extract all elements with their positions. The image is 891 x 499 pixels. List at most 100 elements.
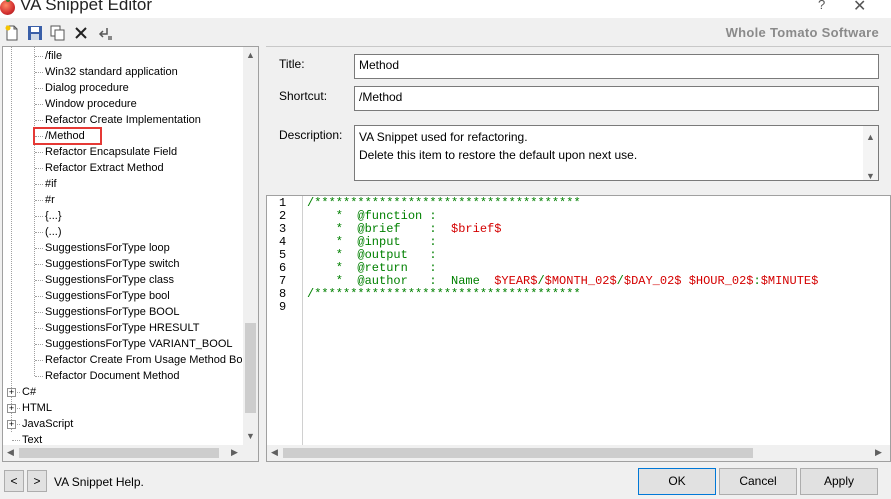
tree-connector [35,232,43,233]
scroll-up-icon[interactable]: ▲ [246,50,255,60]
tree-connector [35,312,43,313]
code-comment: : [753,274,761,288]
line-number-gutter: 123456789 [267,196,303,461]
tree-vertical-scrollbar[interactable]: ▲ ▼ [243,47,258,445]
tree-item[interactable]: {...} [45,208,62,224]
tree-item[interactable]: SuggestionsForType switch [45,256,180,272]
tree-item[interactable]: (...) [45,224,62,240]
new-document-icon [5,25,18,41]
bottom-bar: < > VA Snippet Help. OK Cancel Apply [0,466,891,499]
selection-outline [33,127,102,145]
apply-button[interactable]: Apply [800,468,878,495]
tree-item[interactable]: Refactor Document Method [45,368,180,384]
editor-horizontal-scrollbar[interactable]: ◀ ▶ [267,445,890,461]
window-title: VA Snippet Editor [20,0,152,14]
tree-connector [35,120,43,121]
code-comment: * @brief : [307,222,452,236]
title-bar: VA Snippet Editor ? ✕ [0,0,891,18]
description-scrollbar[interactable]: ▲ ▼ [863,126,878,181]
help-button[interactable]: ? [818,0,825,12]
scroll-right-icon[interactable]: ▶ [231,447,238,458]
tree-item[interactable]: HTML [22,400,52,416]
shortcut-label: Shortcut: [279,89,328,103]
insert-reserved-string-button[interactable] [96,24,114,42]
delete-button[interactable] [72,24,90,42]
tree-item[interactable]: Refactor Create From Usage Method Bod [45,352,249,368]
tree-connector [35,264,43,265]
help-link[interactable]: VA Snippet Help. [54,475,144,489]
scroll-up-icon[interactable]: ▲ [866,128,875,146]
scroll-left-icon[interactable]: ◀ [7,447,14,458]
tree-item[interactable]: SuggestionsForType class [45,272,174,288]
code-variable: $brief$ [451,222,502,236]
tree-scroll-thumb[interactable] [245,323,256,413]
duplicate-button[interactable] [49,24,67,42]
ok-button[interactable]: OK [638,468,716,495]
tree-connector [35,248,43,249]
tree-connector [35,152,43,153]
description-textarea[interactable]: VA Snippet used for refactoring. Delete … [354,125,879,181]
tree-connector [35,200,43,201]
tree-item[interactable]: C# [22,384,36,400]
tree-connector [35,360,43,361]
tree-connector [35,296,43,297]
new-snippet-button[interactable] [3,24,21,42]
tree-item[interactable]: Dialog procedure [45,80,129,96]
previous-button[interactable]: < [4,470,24,492]
expand-toggle-icon[interactable]: + [7,404,16,413]
expand-toggle-icon[interactable]: + [7,420,16,429]
tree-connector [35,72,43,73]
code-comment: / [537,274,545,288]
tree-item[interactable]: Refactor Create Implementation [45,112,201,128]
tree-item[interactable]: SuggestionsForType VARIANT_BOOL [45,336,233,352]
editor-hscroll-thumb[interactable] [283,448,753,458]
scroll-left-icon[interactable]: ◀ [271,447,278,458]
tree-item[interactable]: JavaScript [22,416,73,432]
code-comment: * @input : [307,235,437,249]
scroll-down-icon[interactable]: ▼ [866,167,875,185]
tree-connector [35,328,43,329]
save-button[interactable] [26,24,44,42]
tree-item[interactable]: Win32 standard application [45,64,178,80]
tree-item[interactable]: #if [45,176,57,192]
code-line: /************************************* [307,288,581,301]
tree-item[interactable]: #r [45,192,55,208]
title-label: Title: [279,57,305,71]
code-variable: $HOUR_02$ [688,274,754,288]
scroll-right-icon[interactable]: ▶ [875,447,882,458]
tree-item[interactable]: SuggestionsForType loop [45,240,170,256]
tree-item[interactable]: Refactor Extract Method [45,160,164,176]
code-variable: $MONTH_02$ [544,274,617,288]
tree-horizontal-scrollbar[interactable]: ◀ ▶ [3,445,258,461]
tree-item[interactable]: /file [45,48,62,64]
line-number: 9 [279,300,287,314]
scroll-down-icon[interactable]: ▼ [246,431,255,441]
close-button[interactable]: ✕ [853,0,866,16]
tree-hscroll-thumb[interactable] [19,448,219,458]
brand-label: Whole Tomato Software [725,25,879,40]
expand-toggle-icon[interactable]: + [7,388,16,397]
snippet-properties: Title: Method Shortcut: /Method Descript… [266,46,891,186]
code-variable: $MINUTE$ [760,274,819,288]
next-button[interactable]: > [27,470,47,492]
tree-item[interactable]: SuggestionsForType bool [45,288,170,304]
save-icon [28,26,42,40]
tree-connector [35,56,43,57]
tree-item[interactable]: Window procedure [45,96,137,112]
code-comment: /************************************* [307,196,581,210]
cancel-button[interactable]: Cancel [719,468,797,495]
copy-icon [50,25,65,41]
shortcut-input-value: /Method [359,90,403,104]
title-input[interactable]: Method [354,54,879,79]
toolbar: Whole Tomato Software [0,20,891,46]
snippet-tree[interactable]: /file Win32 standard application Dialog pr… [2,46,259,462]
shortcut-input[interactable]: /Method [354,86,879,111]
tree-guide-line [11,47,12,432]
description-line-1: VA Snippet used for refactoring. [359,130,528,144]
tree-item[interactable]: SuggestionsForType HRESULT [45,320,199,336]
snippet-code-editor[interactable]: 123456789 /*****************************… [266,195,891,462]
code-comment: * @output : [307,248,437,262]
code-comment: * @function : [307,209,437,223]
tree-item[interactable]: SuggestionsForType BOOL [45,304,180,320]
tree-item[interactable]: Refactor Encapsulate Field [45,144,177,160]
